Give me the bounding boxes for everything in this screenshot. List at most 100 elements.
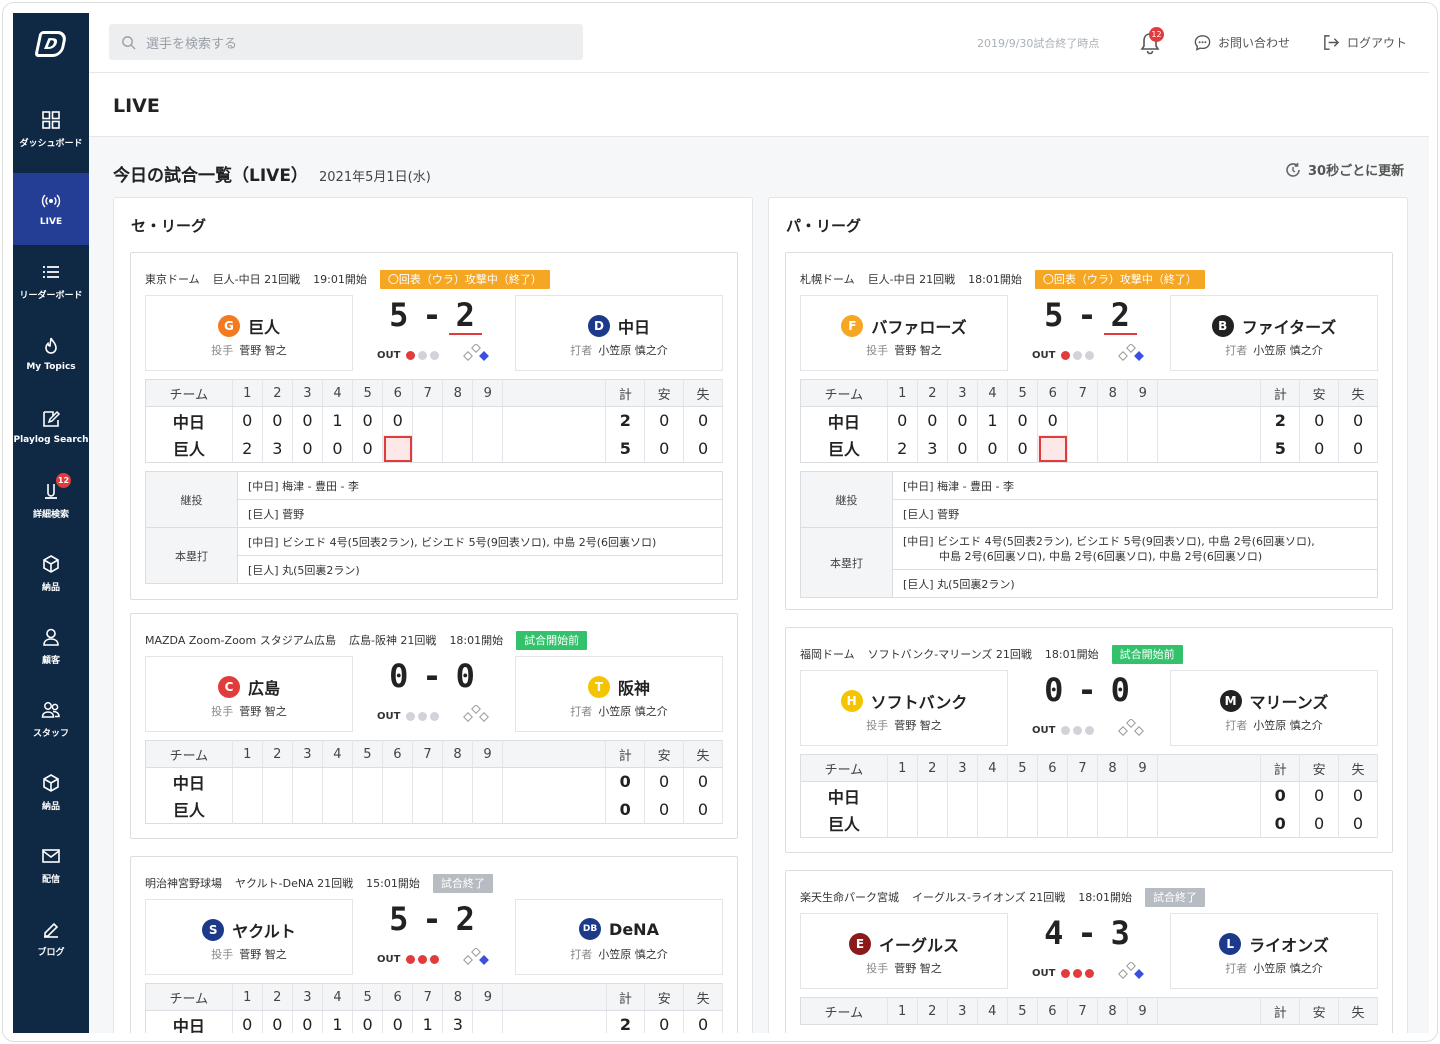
logout-button[interactable]: ログアウト xyxy=(1322,33,1407,52)
table-row: 中日 0 0 0 xyxy=(145,767,723,796)
player-name[interactable]: 小笠原 慎之介 xyxy=(598,948,668,961)
spacer-cell xyxy=(1157,809,1262,838)
game-card[interactable]: 東京ドーム 巨人-中日 21回戦 19:01開始 〇回表（ウラ）攻撃中（終了） G 巨人投… xyxy=(130,252,738,600)
search-icon xyxy=(122,35,136,50)
search-input[interactable]: 選手を検索する xyxy=(109,24,583,60)
row-team: 巨人 xyxy=(145,795,233,824)
box-header-cell: 失 xyxy=(683,740,723,768)
sidebar-item-6[interactable]: 納品 xyxy=(13,537,89,609)
out-label: OUT xyxy=(377,711,401,722)
sidebar-item-7[interactable]: 顧客 xyxy=(13,610,89,682)
box-header-cell: 1 xyxy=(887,754,918,782)
venue: MAZDA Zoom-Zoom スタジアム広島 xyxy=(145,634,336,647)
notification-badge: 12 xyxy=(1149,27,1164,42)
sidebar-item-11[interactable]: ブログ xyxy=(13,902,89,974)
errors-cell: 0 xyxy=(1338,809,1378,838)
matchup: ソフトバンク-マリーンズ 21回戦 xyxy=(867,648,1032,661)
out-dot xyxy=(1085,969,1095,978)
box-header-cell: 5 xyxy=(352,983,384,1011)
player-name[interactable]: 小笠原 慎之介 xyxy=(1253,719,1323,732)
app-logo[interactable]: D xyxy=(13,13,89,75)
sidebar-item-label: 納品 xyxy=(41,582,60,593)
player-name[interactable]: 小笠原 慎之介 xyxy=(1253,962,1323,975)
away-team-card[interactable]: L ライオンズ 打者 小笠原 慎之介 xyxy=(1170,913,1378,989)
start-time: 19:01開始 xyxy=(313,273,367,286)
sidebar-item-1[interactable]: LIVE xyxy=(13,173,89,245)
row-team: 中日 xyxy=(800,781,888,810)
inning-cell xyxy=(1007,781,1038,810)
home-team-card[interactable]: E イーグルス 投手 菅野 智之 xyxy=(800,913,1008,989)
team-logo-icon: C xyxy=(217,676,240,698)
home-team-card[interactable]: G 巨人 投手 菅野 智之 xyxy=(145,295,353,371)
inning-cell xyxy=(887,809,918,838)
away-team-card[interactable]: D 中日 打者 小笠原 慎之介 xyxy=(515,295,723,371)
home-team-card[interactable]: H ソフトバンク 投手 菅野 智之 xyxy=(800,670,1008,746)
inning-cell xyxy=(262,795,293,824)
grid-icon xyxy=(41,110,61,130)
sidebar-item-8[interactable]: スタッフ xyxy=(13,683,89,755)
player-name[interactable]: 菅野 智之 xyxy=(239,948,287,961)
sidebar-item-3[interactable]: My Topics xyxy=(13,318,89,390)
box-header-cell: 2 xyxy=(917,754,948,782)
sidebar-item-9[interactable]: 納品 xyxy=(13,756,89,828)
inning-cell xyxy=(1067,781,1098,810)
game-card[interactable]: 札幌ドーム 巨人-中日 21回戦 18:01開始 〇回表（ウラ）攻撃中（終了） F バファ… xyxy=(785,252,1393,610)
player-name[interactable]: 菅野 智之 xyxy=(239,344,287,357)
inning-cell: 0 xyxy=(947,406,978,435)
contact-link[interactable]: お問い合わせ xyxy=(1193,33,1290,52)
row-team: 巨人 xyxy=(800,809,888,838)
home-team-card[interactable]: F バファローズ 投手 菅野 智之 xyxy=(800,295,1008,371)
bases-diamond-icon xyxy=(463,344,489,361)
box-score-table: チーム 1 2 3 4 5 6 7 8 9 計安失中日 0 0 0 巨人 0 0 0 xyxy=(800,754,1378,838)
inning-cell xyxy=(1067,406,1099,435)
home-team-card[interactable]: C 広島 投手 菅野 智之 xyxy=(145,656,353,732)
box-header-cell: 3 xyxy=(947,379,978,407)
search-placeholder: 選手を検索する xyxy=(146,36,238,52)
sidebar-item-5[interactable]: 12 詳細検索 xyxy=(13,464,89,536)
away-team-card[interactable]: DB DeNA 打者 小笠原 慎之介 xyxy=(515,899,723,975)
box-header-cell: 安 xyxy=(644,379,685,407)
box-header-cell: 9 xyxy=(472,740,504,768)
player-name[interactable]: 菅野 智之 xyxy=(894,344,942,357)
game-card[interactable]: MAZDA Zoom-Zoom スタジアム広島 広島-阪神 21回戦 18:01開始… xyxy=(130,613,738,839)
game-card[interactable]: 楽天生命パーク宮城 イーグルス-ライオンズ 21回戦 18:01開始 試合終了 E イーグ… xyxy=(785,870,1393,1033)
out-dot xyxy=(1061,969,1071,978)
team-name: 中日 xyxy=(617,318,650,337)
live-icon xyxy=(41,191,61,211)
inning-cell: 0 xyxy=(352,1010,384,1033)
player-name[interactable]: 小笠原 慎之介 xyxy=(1253,344,1323,357)
inning-cell: 0 xyxy=(1007,434,1039,463)
away-team-card[interactable]: B ファイターズ 打者 小笠原 慎之介 xyxy=(1170,295,1378,371)
player-name[interactable]: 小笠原 慎之介 xyxy=(598,344,668,357)
box-header-cell: チーム xyxy=(800,379,888,407)
home-team-card[interactable]: S ヤクルト 投手 菅野 智之 xyxy=(145,899,353,975)
player-name[interactable]: 菅野 智之 xyxy=(894,719,942,732)
game-card[interactable]: 明治神宮野球場 ヤクルト-DeNA 21回戦 15:01開始 試合終了 S ヤクルト 投手菅… xyxy=(130,856,738,1033)
out-dot xyxy=(418,955,428,964)
away-team-card[interactable]: M マリーンズ 打者 小笠原 慎之介 xyxy=(1170,670,1378,746)
top-bar: 選手を検索する 2019/9/30試合終了時点 12 お問い合わせ ログアウト xyxy=(89,13,1429,73)
home-score: 5 xyxy=(1044,296,1064,334)
inning-cell: 0 xyxy=(887,406,918,435)
sidebar-item-2[interactable]: リーダーボード xyxy=(13,245,89,317)
matchup: 巨人-中日 21回戦 xyxy=(212,273,301,286)
box-header-cell: 失 xyxy=(1338,754,1378,782)
player-row: 打者 小笠原 慎之介 xyxy=(1171,717,1377,733)
league-panel: セ・リーグ 東京ドーム 巨人-中日 21回戦 19:01開始 〇回表（ウラ）攻撃中（終了… xyxy=(113,197,753,1033)
refresh-button[interactable]: 30秒ごとに更新 xyxy=(1284,160,1404,179)
player-name[interactable]: 菅野 智之 xyxy=(239,705,287,718)
player-row: 投手 菅野 智之 xyxy=(801,960,1007,976)
game-card[interactable]: 福岡ドーム ソフトバンク-マリーンズ 21回戦 18:01開始 試合開始前 H ソフトバン… xyxy=(785,627,1393,853)
inning-cell xyxy=(412,434,444,463)
player-name[interactable]: 小笠原 慎之介 xyxy=(598,705,668,718)
inning-cell: 0 xyxy=(382,406,414,435)
player-name[interactable]: 菅野 智之 xyxy=(894,962,942,975)
team-name-row: H ソフトバンク xyxy=(801,689,1007,713)
app-window: D ダッシュボード LIVE リーダーボード My Topics Playlog Sea… xyxy=(13,13,1429,1033)
sidebar-item-4[interactable]: Playlog Search xyxy=(13,391,89,463)
away-team-card[interactable]: T 阪神 打者 小笠原 慎之介 xyxy=(515,656,723,732)
sidebar-item-10[interactable]: 配信 xyxy=(13,829,89,901)
table-row: 巨人 0 0 0 xyxy=(145,795,723,824)
sidebar-item-0[interactable]: ダッシュボード xyxy=(13,93,89,165)
matchup: 広島-阪神 21回戦 xyxy=(348,634,437,647)
